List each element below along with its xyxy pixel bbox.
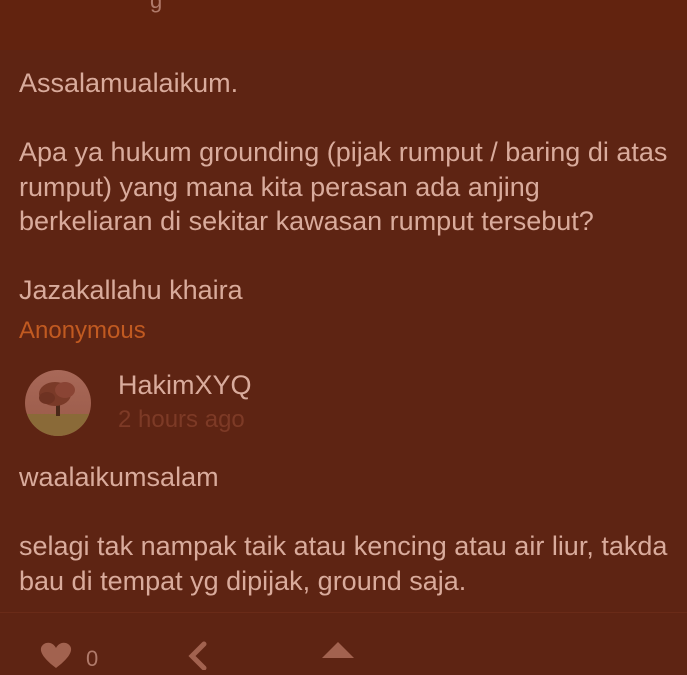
top-bar: g: [0, 0, 687, 50]
action-bar: [0, 640, 687, 671]
reply-body: waalaikumsalam selagi tak nampak taik at…: [19, 460, 674, 598]
like-count: 0: [86, 646, 99, 671]
post-closing: Jazakallahu khaira: [19, 275, 243, 305]
post-body: Assalamualaikum. Apa ya hukum grounding …: [19, 66, 674, 308]
post-question: Apa ya hukum grounding (pijak rumput / b…: [19, 137, 668, 236]
reply-timestamp: 2 hours ago: [118, 406, 245, 433]
reply-username[interactable]: HakimXYQ: [118, 370, 252, 401]
truncated-header-text: g: [150, 0, 163, 13]
reply-line-1: waalaikumsalam: [19, 462, 219, 492]
divider: [0, 612, 687, 613]
post-author[interactable]: Anonymous: [19, 317, 146, 345]
avatar[interactable]: [25, 370, 91, 436]
post-greeting: Assalamualaikum.: [19, 68, 239, 98]
reply-line-2: selagi tak nampak taik atau kencing atau…: [19, 531, 668, 596]
